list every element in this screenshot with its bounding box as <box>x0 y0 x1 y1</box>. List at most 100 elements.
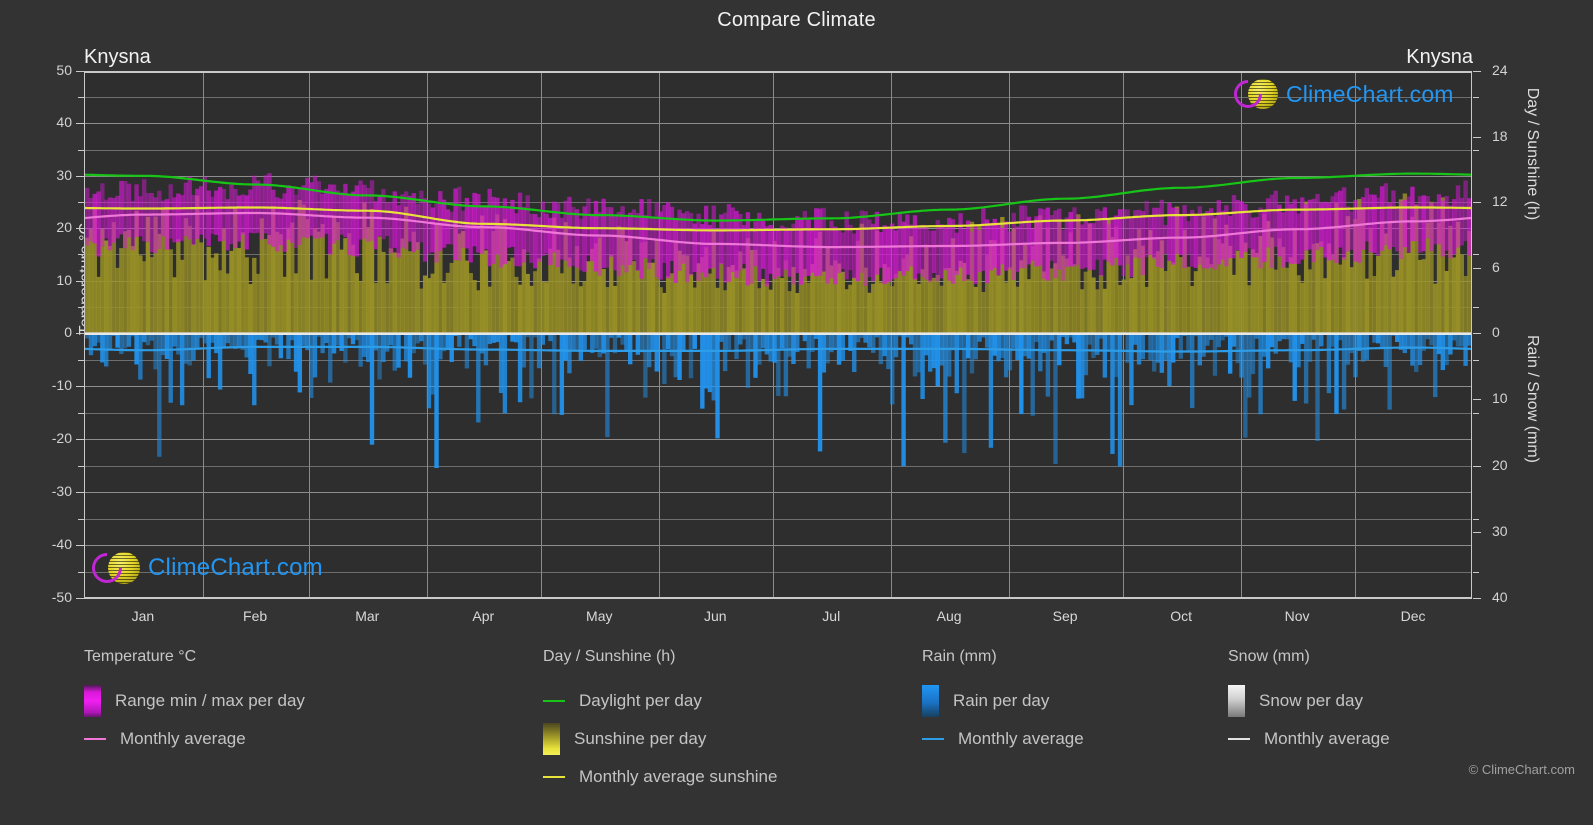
y-axis-left-tickmark <box>76 333 84 334</box>
y-axis-left-tickmark <box>76 386 84 387</box>
legend-item[interactable]: Monthly average <box>1228 720 1390 758</box>
y-axis-left-tick: 40 <box>26 114 72 130</box>
y-axis-right-tickmark <box>1473 268 1481 269</box>
legend-group-title: Temperature °C <box>84 648 305 666</box>
legend-item[interactable]: Rain per day <box>922 682 1084 720</box>
y-axis-right-tickmark <box>1473 333 1481 334</box>
x-axis-month-label: Jan <box>83 608 203 624</box>
y-axis-left-tickmark <box>76 71 84 72</box>
y-axis-right-tickmark <box>1473 137 1481 138</box>
y-axis-left-tick: -30 <box>26 483 72 499</box>
y-axis-left-tick: -40 <box>26 536 72 552</box>
y-axis-right-tickmark <box>1473 598 1481 599</box>
y-axis-right-bottom-tick: 20 <box>1492 457 1532 473</box>
y-axis-left-tick: -20 <box>26 430 72 446</box>
y-axis-right-top-tick: 12 <box>1492 193 1532 209</box>
left-location-title: Knysna <box>84 46 151 69</box>
y-axis-right-minor-tickmark <box>1473 466 1479 467</box>
legend-item[interactable]: Snow per day <box>1228 682 1390 720</box>
y-axis-right-top-tick: 18 <box>1492 128 1532 144</box>
climate-plot-area[interactable] <box>84 71 1472 598</box>
legend-group-title: Day / Sunshine (h) <box>543 648 777 666</box>
x-axis-month-label: Dec <box>1353 608 1473 624</box>
y-axis-right-minor-tickmark <box>1473 307 1479 308</box>
plot-top-border <box>85 71 1471 73</box>
y-axis-left-tickmark <box>76 598 84 599</box>
page-title: Compare Climate <box>0 9 1593 32</box>
y-axis-right-tickmark <box>1473 71 1481 72</box>
x-axis-month-label: May <box>539 608 659 624</box>
snow-average-line <box>1228 738 1250 740</box>
legend-group-temperature-c: Temperature °C Range min / max per day Mon… <box>84 648 305 758</box>
legend-item-label: Rain per day <box>953 691 1049 711</box>
y-axis-right-minor-tickmark <box>1473 254 1479 255</box>
x-axis-month-label: Feb <box>195 608 315 624</box>
sunshine-average-line <box>543 776 565 778</box>
x-axis-month-label: Apr <box>423 608 543 624</box>
x-axis-month-label: Mar <box>307 608 427 624</box>
legend-group-title: Rain (mm) <box>922 648 1084 666</box>
temperature-average-line <box>84 738 106 740</box>
x-axis-month-label: Sep <box>1005 608 1125 624</box>
y-axis-left-tickmark <box>76 439 84 440</box>
x-axis-month-label: Nov <box>1237 608 1357 624</box>
snow-swatch <box>1228 685 1245 717</box>
legend-item[interactable]: Range min / max per day <box>84 682 305 720</box>
legend-group-day-sunshine-h: Day / Sunshine (h) Daylight per day Sunshi… <box>543 648 777 796</box>
x-axis-month-label: Jun <box>655 608 775 624</box>
y-axis-left-tick: 0 <box>26 324 72 340</box>
y-axis-right-tickmark <box>1473 399 1481 400</box>
x-axis-line <box>84 597 1472 599</box>
y-axis-right-minor-tickmark <box>1473 202 1479 203</box>
logo-text: ClimeChart.com <box>148 554 323 582</box>
sunshine-swatch <box>543 723 560 755</box>
y-axis-right-top-tick: 6 <box>1492 259 1532 275</box>
y-axis-left-tickmark <box>76 492 84 493</box>
legend-item[interactable]: Sunshine per day <box>543 720 777 758</box>
rain-average-line <box>922 738 944 740</box>
y-axis-right-top-tick: 0 <box>1492 324 1532 340</box>
y-axis-left-tick: 30 <box>26 167 72 183</box>
right-location-title: Knysna <box>1406 46 1473 69</box>
legend-item-label: Range min / max per day <box>115 691 305 711</box>
x-axis-month-label: Aug <box>889 608 1009 624</box>
y-axis-left-tick: 10 <box>26 272 72 288</box>
legend-item-label: Monthly average <box>120 729 246 749</box>
y-axis-right-minor-tickmark <box>1473 360 1479 361</box>
y-axis-right-bottom-tick: 40 <box>1492 589 1532 605</box>
logo-text: ClimeChart.com <box>1286 81 1454 108</box>
temperature-range-swatch <box>84 685 101 717</box>
y-axis-right-tickmark <box>1473 532 1481 533</box>
y-axis-left-tick: 20 <box>26 219 72 235</box>
y-axis-left-tickmark <box>76 176 84 177</box>
legend-item[interactable]: Monthly average <box>84 720 305 758</box>
x-axis-month-label: Jul <box>771 608 891 624</box>
y-axis-right-bottom-tick: 10 <box>1492 390 1532 406</box>
rain-daily-bars <box>85 333 1471 468</box>
legend-item[interactable]: Monthly average sunshine <box>543 758 777 796</box>
y-axis-right-bottom-tick: 30 <box>1492 523 1532 539</box>
y-axis-right-minor-tickmark <box>1473 150 1479 151</box>
legend-item[interactable]: Daylight per day <box>543 682 777 720</box>
legend-group-snow-mm: Snow (mm) Snow per day Monthly average <box>1228 648 1390 758</box>
legend-group-title: Snow (mm) <box>1228 648 1390 666</box>
y-axis-left-tickmark <box>76 281 84 282</box>
zero-line <box>85 333 1471 335</box>
legend-item-label: Monthly average sunshine <box>579 767 777 787</box>
copyright-notice: © ClimeChart.com <box>1469 762 1575 777</box>
legend-item[interactable]: Monthly average <box>922 720 1084 758</box>
climechart-logo-bottom[interactable]: ClimeChart.com <box>92 552 323 584</box>
legend-item-label: Sunshine per day <box>574 729 706 749</box>
y-axis-left-tickmark <box>76 123 84 124</box>
legend-group-rain-mm: Rain (mm) Rain per day Monthly average <box>922 648 1084 758</box>
y-axis-left-tickmark <box>76 228 84 229</box>
legend-item-label: Daylight per day <box>579 691 702 711</box>
y-axis-left-tick: 50 <box>26 62 72 78</box>
y-axis-right-top-label: Day / Sunshine (h) <box>1523 54 1541 254</box>
legend-item-label: Snow per day <box>1259 691 1363 711</box>
y-axis-right-minor-tickmark <box>1473 519 1479 520</box>
climate-chart-page: Compare Climate Knysna Knysna Temperatur… <box>0 0 1593 825</box>
y-axis-left-tick: -10 <box>26 377 72 393</box>
climechart-logo-top[interactable]: ClimeChart.com <box>1234 79 1454 109</box>
y-axis-right-minor-tickmark <box>1473 97 1479 98</box>
